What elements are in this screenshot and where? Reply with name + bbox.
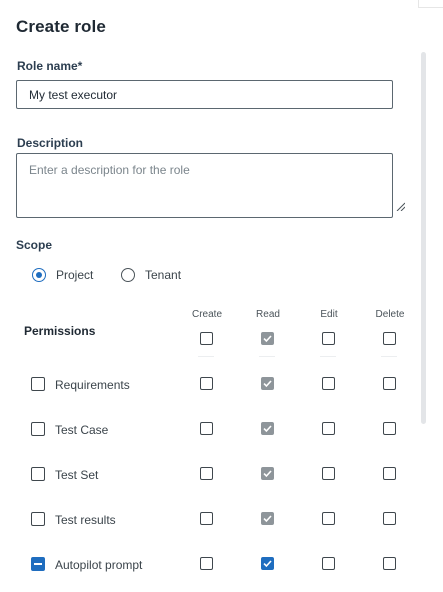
row-check-test-case[interactable]	[31, 422, 45, 436]
check-icon	[263, 515, 272, 523]
header-check-edit[interactable]	[322, 332, 335, 345]
autopilot-prompt-read-check[interactable]	[261, 557, 274, 570]
header-check-delete[interactable]	[383, 332, 396, 345]
permissions-title: Permissions	[24, 324, 96, 338]
row-label-test-set: Test Set	[55, 468, 99, 482]
scope-label: Scope	[16, 238, 53, 252]
row-check-test-results[interactable]	[31, 512, 45, 526]
column-header-delete: Delete	[375, 309, 405, 320]
autopilot-prompt-create-check[interactable]	[200, 557, 213, 570]
scrollbar-thumb[interactable]	[421, 52, 426, 424]
description-label: Description	[17, 136, 84, 150]
check-icon	[263, 380, 272, 388]
row-check-test-set[interactable]	[31, 467, 45, 481]
check-icon	[263, 470, 272, 478]
scope-option-tenant[interactable]: Tenant	[121, 266, 181, 284]
test-results-delete-check[interactable]	[383, 512, 396, 525]
role-name-input[interactable]	[16, 80, 393, 109]
row-label-autopilot-prompt: Autopilot prompt	[55, 558, 143, 572]
resize-grip-icon[interactable]	[396, 202, 405, 211]
corner-divider	[418, 0, 443, 8]
divider	[381, 356, 397, 357]
test-set-delete-check[interactable]	[383, 467, 396, 480]
test-results-edit-check[interactable]	[322, 512, 335, 525]
header-check-create[interactable]	[200, 332, 213, 345]
radio-project[interactable]	[32, 268, 46, 282]
test-case-delete-check[interactable]	[383, 422, 396, 435]
column-header-edit: Edit	[320, 309, 338, 320]
test-set-create-check[interactable]	[200, 467, 213, 480]
check-icon	[263, 425, 272, 433]
autopilot-prompt-delete-check[interactable]	[383, 557, 396, 570]
test-set-edit-check[interactable]	[322, 467, 335, 480]
create-role-panel: Create role Role name* Description Scope…	[0, 0, 443, 592]
row-check-requirements[interactable]	[31, 377, 45, 391]
test-results-create-check[interactable]	[200, 512, 213, 525]
requirements-read-check	[261, 377, 274, 390]
page-title: Create role	[16, 17, 106, 36]
row-label-test-case: Test Case	[55, 423, 109, 437]
row-check-autopilot-prompt[interactable]	[31, 557, 45, 571]
divider	[259, 356, 275, 357]
test-set-read-check	[261, 467, 274, 480]
row-label-requirements: Requirements	[55, 378, 130, 392]
divider	[198, 356, 214, 357]
column-header-create: Create	[191, 309, 222, 320]
requirements-create-check[interactable]	[200, 377, 213, 390]
check-icon	[263, 560, 272, 568]
radio-tenant[interactable]	[121, 268, 135, 282]
requirements-delete-check[interactable]	[383, 377, 396, 390]
description-textarea[interactable]	[16, 153, 393, 218]
autopilot-prompt-edit-check[interactable]	[322, 557, 335, 570]
test-case-read-check	[261, 422, 274, 435]
radio-tenant-label: Tenant	[145, 268, 182, 282]
check-icon	[263, 335, 272, 343]
column-header-read: Read	[256, 309, 280, 320]
role-name-label: Role name*	[17, 59, 83, 73]
test-case-edit-check[interactable]	[322, 422, 335, 435]
requirements-edit-check[interactable]	[322, 377, 335, 390]
row-label-test-results: Test results	[55, 513, 116, 527]
divider	[320, 356, 336, 357]
test-case-create-check[interactable]	[200, 422, 213, 435]
scope-option-project[interactable]: Project	[32, 266, 93, 284]
header-check-read	[261, 332, 274, 345]
radio-project-label: Project	[56, 268, 94, 282]
test-results-read-check	[261, 512, 274, 525]
